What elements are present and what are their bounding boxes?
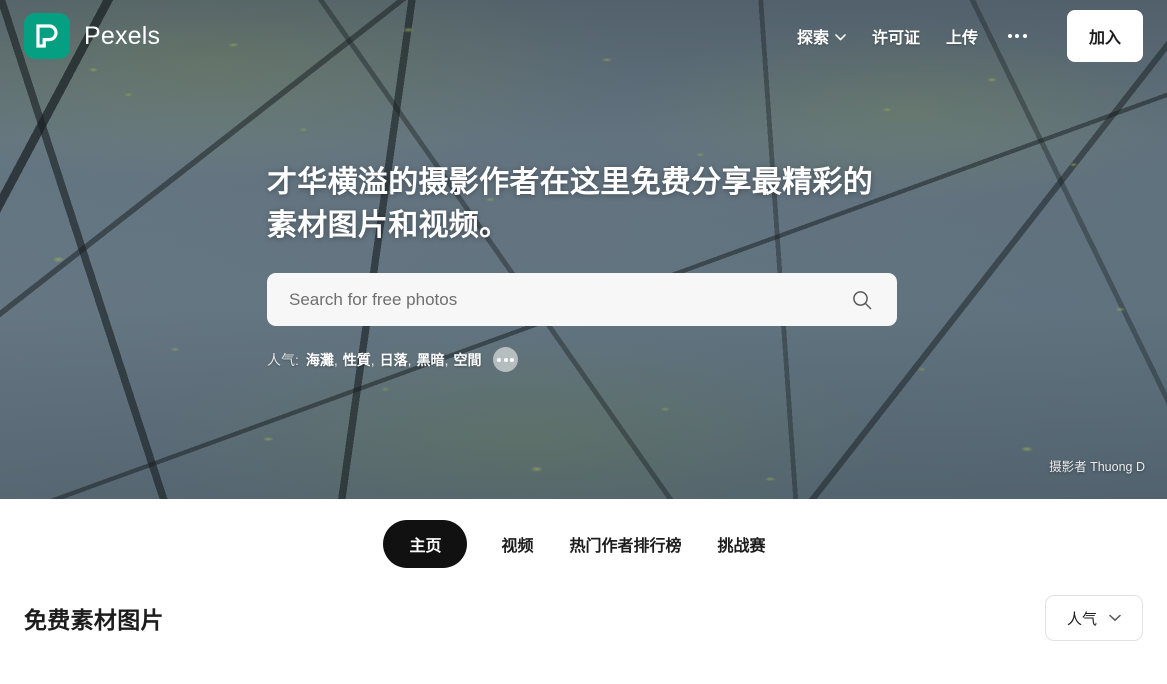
tag-separator: , xyxy=(407,351,412,368)
brand-logo-link[interactable]: Pexels xyxy=(24,13,160,59)
search-button[interactable] xyxy=(847,285,877,315)
section-header: 免费素材图片 人气 xyxy=(0,595,1167,641)
popular-tags-label: 人气: xyxy=(267,351,299,368)
tag-link-2[interactable]: 性質 xyxy=(343,350,371,370)
join-button[interactable]: 加入 xyxy=(1066,10,1143,62)
search-input[interactable] xyxy=(289,289,847,310)
tab-videos[interactable]: 视频 xyxy=(483,532,551,556)
dot xyxy=(510,357,515,362)
page-title: 免费素材图片 xyxy=(24,607,164,633)
tag-link-5[interactable]: 空間 xyxy=(453,350,481,370)
nav-item-upload[interactable]: 上传 xyxy=(946,24,978,48)
primary-nav: 探索 许可证 上传 加入 xyxy=(797,10,1143,62)
tag-link-3[interactable]: 日落 xyxy=(380,350,408,370)
nav-item-license[interactable]: 许可证 xyxy=(872,24,920,48)
chevron-down-icon xyxy=(835,33,846,40)
nav-item-explore[interactable]: 探索 xyxy=(797,24,846,48)
site-header: Pexels 探索 许可证 上传 加入 xyxy=(0,0,1167,72)
ellipsis-horizontal-icon[interactable] xyxy=(1004,26,1031,46)
chevron-down-icon xyxy=(1109,614,1121,621)
popular-tags: 人气: 海灘 , 性質 , 日落 , 黑暗 , 空間 xyxy=(267,347,1167,373)
hero-banner: Pexels 探索 许可证 上传 加入 才华横溢的摄影作者在这里免费分享最精彩的… xyxy=(0,0,1167,499)
dot xyxy=(497,357,502,362)
tab-home[interactable]: 主页 xyxy=(383,520,468,568)
hero-headline: 才华横溢的摄影作者在这里免费分享最精彩的素材图片和视频。 xyxy=(267,166,873,242)
pexels-p-logo-icon xyxy=(24,13,70,59)
hero-content: 才华横溢的摄影作者在这里免费分享最精彩的素材图片和视频。 人气: 海灘 , 性質… xyxy=(0,72,1167,373)
dot xyxy=(1022,34,1027,38)
tab-leaderboard[interactable]: 热门作者排行榜 xyxy=(552,532,700,556)
search-bar[interactable] xyxy=(267,273,897,327)
sort-dropdown-value: 人气 xyxy=(1066,610,1097,628)
tag-separator: , xyxy=(370,351,375,368)
nav-item-upload-label: 上传 xyxy=(945,30,978,47)
sort-dropdown[interactable]: 人气 xyxy=(1045,595,1143,641)
tag-link-1[interactable]: 海灘 xyxy=(306,350,334,370)
brand-name: Pexels xyxy=(84,21,161,50)
nav-item-license-label: 许可证 xyxy=(871,30,920,47)
tab-challenges[interactable]: 挑战赛 xyxy=(700,532,784,556)
content-tabs: 主页 视频 热门作者排行榜 挑战赛 xyxy=(0,499,1167,589)
nav-item-explore-label: 探索 xyxy=(796,30,829,47)
tag-link-4[interactable]: 黑暗 xyxy=(417,350,445,370)
tag-separator: , xyxy=(333,351,338,368)
dot xyxy=(1007,34,1012,38)
ellipsis-circle-icon[interactable] xyxy=(493,347,519,373)
dot xyxy=(503,357,508,362)
tag-separator: , xyxy=(444,351,449,368)
search-icon xyxy=(853,290,872,310)
photographer-credit[interactable]: 摄影者 Thuong D xyxy=(1049,456,1145,475)
dot xyxy=(1015,34,1020,38)
